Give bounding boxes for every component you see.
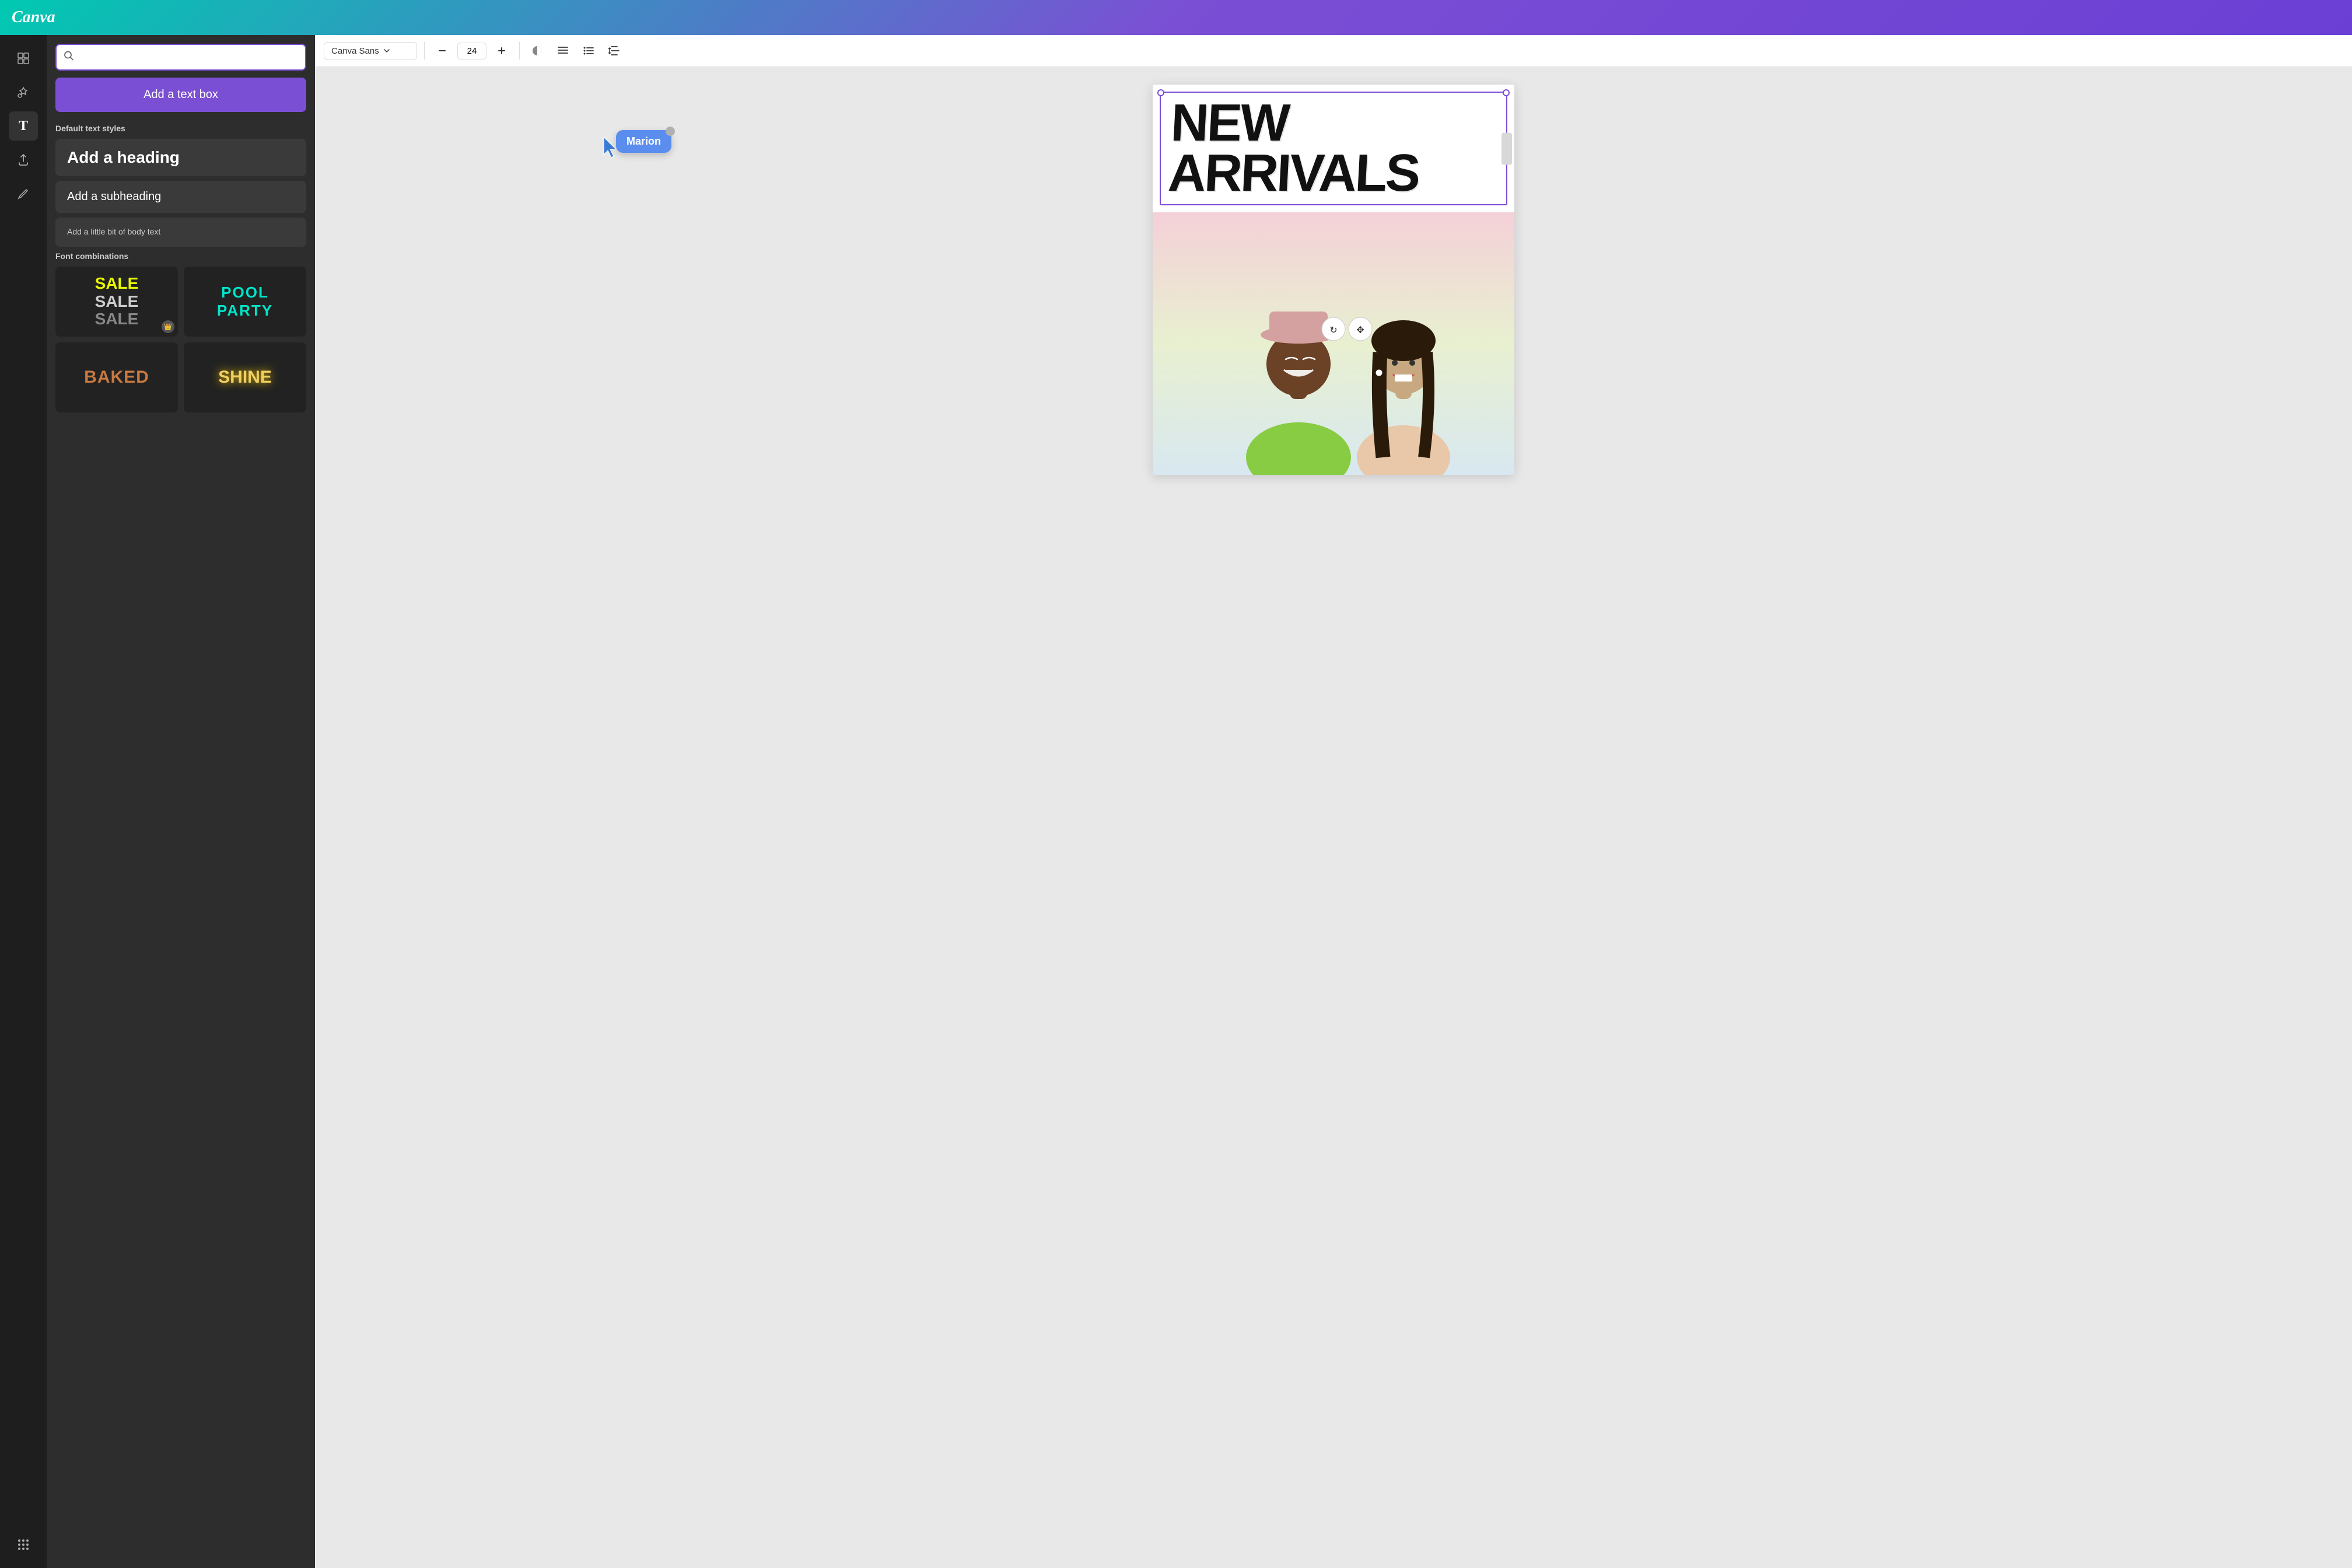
top-header: Canva	[0, 0, 2352, 35]
text-panel: Add a text box Default text styles Add a…	[47, 35, 315, 1568]
premium-badge-sale: 👑	[162, 320, 174, 333]
baked-text-block: BAKED	[84, 368, 149, 387]
bullet-list-button[interactable]	[578, 40, 599, 61]
font-combo-shine[interactable]: SHINE	[184, 342, 306, 412]
divider-2	[519, 42, 520, 60]
shine-text-block: SHINE	[218, 368, 272, 387]
divider-1	[424, 42, 425, 60]
align-icon	[557, 46, 569, 55]
subheading-text: Add a subheading	[67, 190, 161, 203]
list-icon	[583, 46, 594, 55]
font-combinations-label: Font combinations	[55, 251, 306, 261]
svg-text:↻: ↻	[1329, 326, 1337, 335]
text-align-button[interactable]	[552, 40, 573, 61]
svg-text:✥: ✥	[1356, 326, 1364, 335]
people-illustration-svg: ↻ ✥	[1153, 212, 1514, 475]
add-text-box-button[interactable]: Add a text box	[55, 78, 306, 112]
plus-icon	[497, 46, 506, 55]
font-size-input[interactable]	[457, 43, 487, 60]
search-icon	[64, 51, 74, 64]
canvas-content: NEWARRIVALS	[315, 67, 2352, 1568]
minus-icon	[438, 46, 447, 55]
default-styles-label: Default text styles	[55, 124, 306, 133]
sidebar-item-text[interactable]: T	[9, 111, 38, 141]
sidebar-item-upload[interactable]	[9, 145, 38, 174]
text-style-button[interactable]	[527, 40, 548, 61]
sidebar-item-draw[interactable]	[9, 179, 38, 208]
dropdown-arrow-icon	[383, 47, 391, 55]
line-spacing-button[interactable]	[604, 40, 625, 61]
spacing-icon	[608, 46, 620, 56]
tooltip-container: Marion	[601, 125, 671, 158]
search-input[interactable]	[55, 44, 306, 71]
resize-handle-tr[interactable]	[1503, 89, 1510, 96]
main-canvas-area: Canva Sans	[315, 35, 2352, 1568]
font-combo-sale[interactable]: SALE SALE SALE 👑	[55, 267, 178, 337]
font-combinations-section: Font combinations SALE SALE SALE 👑 POOL …	[55, 251, 306, 412]
left-sidebar: T	[0, 35, 47, 1568]
sidebar-item-elements[interactable]	[9, 78, 38, 107]
font-size-decrease-button[interactable]	[432, 40, 453, 61]
font-size-increase-button[interactable]	[491, 40, 512, 61]
canva-logo[interactable]: Canva	[12, 8, 55, 27]
tooltip-dot	[666, 127, 675, 136]
font-combo-pool-party[interactable]: POOL PARTY	[184, 267, 306, 337]
font-selector[interactable]: Canva Sans	[324, 42, 417, 60]
font-combos-grid: SALE SALE SALE 👑 POOL PARTY BAKED SHINE	[55, 267, 306, 412]
font-name: Canva Sans	[331, 46, 379, 56]
canvas-text-new-arrivals: NEWARRIVALS	[1167, 99, 1500, 198]
body-text: Add a little bit of body text	[67, 227, 160, 236]
selected-text-element[interactable]: NEWARRIVALS	[1160, 92, 1507, 205]
tooltip-bubble: Marion	[616, 130, 671, 153]
tooltip-name: Marion	[626, 135, 661, 147]
resize-handle-tl[interactable]	[1157, 89, 1164, 96]
pool-party-text-block: POOL PARTY	[217, 284, 273, 320]
sidebar-item-apps[interactable]	[9, 1530, 38, 1559]
search-container	[55, 44, 306, 71]
add-subheading-item[interactable]: Add a subheading	[55, 181, 306, 213]
canvas-photo-area: ↻ ✥	[1153, 212, 1514, 475]
canvas-toolbar: Canva Sans	[315, 35, 2352, 67]
sidebar-item-grid[interactable]	[9, 44, 38, 73]
design-canvas[interactable]: NEWARRIVALS	[1153, 85, 1514, 475]
resize-handle-right[interactable]	[1502, 132, 1512, 164]
heading-text: Add a heading	[67, 148, 180, 166]
add-body-item[interactable]: Add a little bit of body text	[55, 218, 306, 247]
sale-text-block: SALE SALE SALE	[95, 275, 139, 328]
font-combo-baked[interactable]: BAKED	[55, 342, 178, 412]
circle-half-icon	[531, 45, 543, 57]
add-heading-item[interactable]: Add a heading	[55, 139, 306, 176]
